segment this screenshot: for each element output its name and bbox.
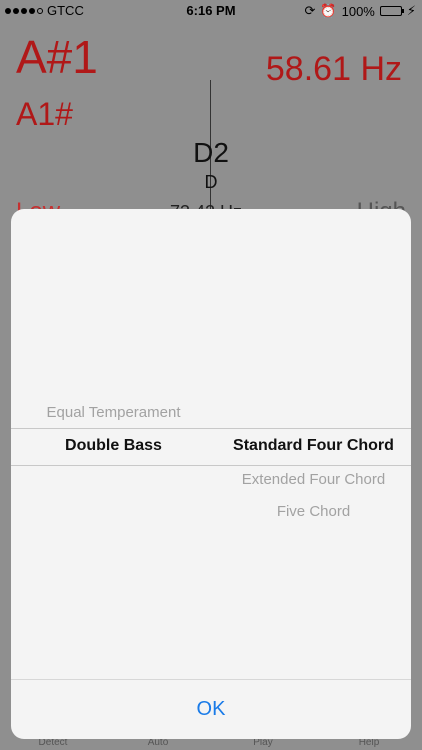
tuning-option[interactable]: Five Chord bbox=[216, 503, 411, 520]
instrument-option-selected[interactable]: Double Bass bbox=[11, 437, 216, 455]
status-bar: GTCC 6:16 PM ⟳ ⏰ 100% ⚡ bbox=[0, 0, 422, 22]
battery-icon bbox=[379, 6, 404, 16]
ok-button[interactable]: OK bbox=[11, 680, 411, 739]
instrument-column[interactable]: Equal Temperament Double Bass bbox=[11, 209, 216, 679]
instrument-picker-sheet: Equal Temperament Double Bass Standard F… bbox=[11, 209, 411, 739]
instrument-option[interactable]: Equal Temperament bbox=[11, 404, 216, 421]
frequency-value: 58.61 bbox=[265, 50, 351, 88]
detected-note-alt: A1# bbox=[16, 96, 73, 132]
tuning-option-selected[interactable]: Standard Four Chord bbox=[216, 437, 411, 455]
alarm-icon: ⏰ bbox=[320, 3, 337, 18]
tuning-column[interactable]: Standard Four Chord Extended Four Chord … bbox=[216, 209, 411, 679]
tuning-option[interactable]: Extended Four Chord bbox=[216, 471, 411, 488]
frequency-readout: 58.61 Hz bbox=[266, 50, 402, 89]
frequency-unit: Hz bbox=[360, 50, 402, 88]
battery-percent: 100% bbox=[341, 3, 375, 19]
target-letter: D bbox=[204, 172, 218, 192]
picker-wheel[interactable]: Equal Temperament Double Bass Standard F… bbox=[11, 209, 411, 679]
status-right: ⟳ ⏰ 100% ⚡ bbox=[305, 3, 416, 19]
charging-icon: ⚡ bbox=[406, 3, 416, 18]
rotation-lock-icon: ⟳ bbox=[304, 3, 316, 18]
target-note: D2 bbox=[193, 137, 229, 168]
detected-note: A#1 bbox=[16, 31, 98, 83]
